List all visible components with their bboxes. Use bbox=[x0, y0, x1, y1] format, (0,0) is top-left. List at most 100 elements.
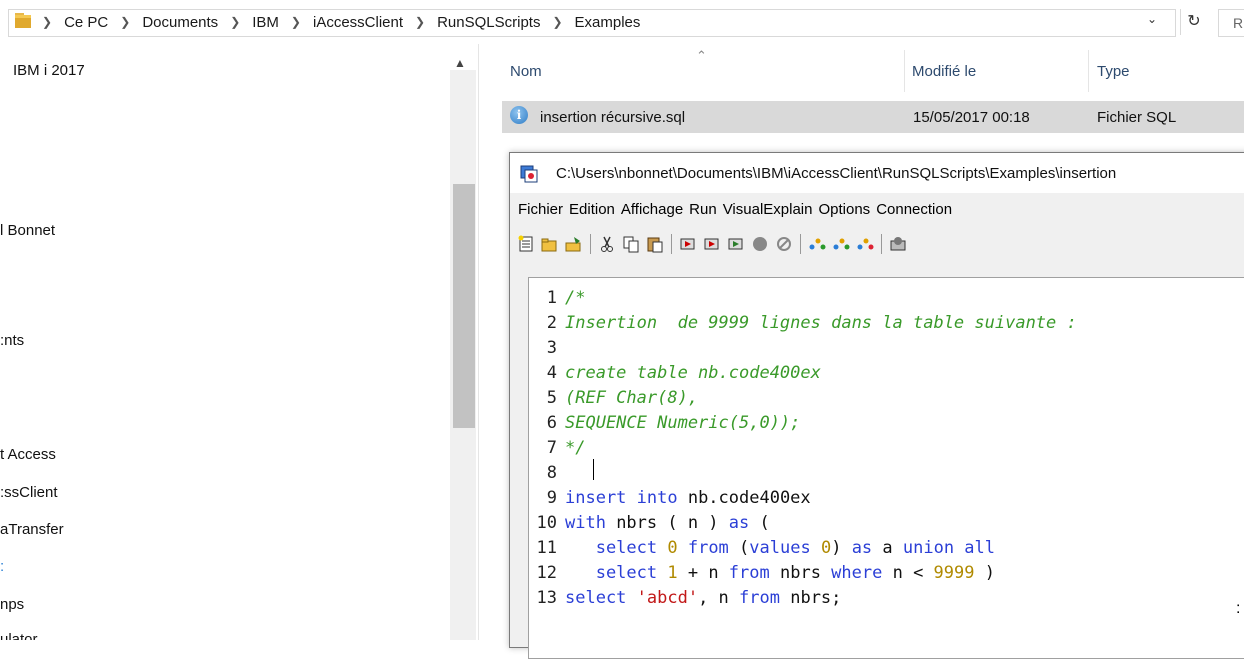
file-type: Fichier SQL bbox=[1097, 109, 1177, 126]
menu-connection[interactable]: Connection bbox=[868, 197, 952, 221]
file-modified: 15/05/2017 00:18 bbox=[913, 109, 1030, 126]
chevron-right-icon[interactable]: ❯ bbox=[230, 15, 240, 29]
app-icon bbox=[520, 165, 538, 183]
stop-icon[interactable] bbox=[750, 234, 770, 254]
code-keyword: insert into bbox=[565, 488, 678, 508]
toolbar-separator bbox=[800, 234, 801, 254]
code-comment: */ bbox=[565, 438, 586, 458]
menu-options[interactable]: Options bbox=[810, 197, 870, 221]
copy-icon[interactable] bbox=[621, 234, 641, 254]
code-text: a bbox=[872, 538, 903, 558]
open-icon[interactable] bbox=[540, 234, 560, 254]
code-keyword: as bbox=[851, 538, 873, 558]
chevron-right-icon[interactable]: ❯ bbox=[120, 15, 130, 29]
column-divider[interactable] bbox=[1088, 50, 1089, 92]
folder-icon bbox=[15, 13, 31, 28]
code-text: nbrs bbox=[769, 563, 832, 583]
chevron-right-icon[interactable]: ❯ bbox=[415, 15, 425, 29]
pane-divider[interactable] bbox=[478, 44, 479, 640]
sort-ascending-icon: ⌃ bbox=[696, 48, 707, 63]
line-number: 10 bbox=[536, 513, 557, 533]
code-comment: /* bbox=[565, 288, 586, 308]
nav-item[interactable]: :ssClient bbox=[0, 484, 58, 501]
run-from-selected-icon[interactable] bbox=[702, 234, 722, 254]
window-title: C:\Users\nbonnet\Documents\IBM\iAccessCl… bbox=[556, 165, 1117, 182]
scroll-up-icon[interactable]: ▲ bbox=[454, 56, 466, 70]
line-number: 7 bbox=[546, 438, 557, 458]
line-number: 1 bbox=[546, 288, 557, 308]
code-comment: Insertion de 9999 lignes dans la table s… bbox=[565, 313, 1077, 333]
code-number: 0 bbox=[667, 538, 678, 558]
code-comment: SEQUENCE Numeric(5,0)); bbox=[565, 413, 801, 433]
breadcrumb-item[interactable]: Examples bbox=[575, 14, 641, 31]
code-keyword: from bbox=[739, 588, 780, 608]
nav-item[interactable]: aTransfer bbox=[0, 521, 64, 538]
paste-icon[interactable] bbox=[645, 234, 665, 254]
nav-item[interactable]: ulator bbox=[0, 631, 38, 640]
code-keyword: select bbox=[565, 588, 637, 608]
breadcrumb-item[interactable]: Documents bbox=[142, 14, 218, 31]
breadcrumb-item[interactable]: RunSQLScripts bbox=[437, 14, 540, 31]
code-number: 0 bbox=[820, 538, 832, 558]
toolbar-separator bbox=[590, 234, 591, 254]
code-text: + n bbox=[677, 563, 729, 583]
code-keyword: as bbox=[728, 513, 750, 533]
nav-item[interactable]: :nts bbox=[0, 332, 24, 349]
line-number: 12 bbox=[536, 563, 557, 583]
line-number: 5 bbox=[546, 388, 557, 408]
code-text: ) bbox=[831, 538, 852, 558]
run-all-icon[interactable] bbox=[678, 234, 698, 254]
chevron-right-icon[interactable]: ❯ bbox=[42, 15, 52, 29]
run-selected-icon[interactable] bbox=[726, 234, 746, 254]
explain-icon[interactable] bbox=[807, 234, 827, 254]
sql-file-icon: i bbox=[510, 106, 528, 124]
menu-affichage[interactable]: Affichage bbox=[613, 197, 683, 221]
nav-item[interactable]: nps bbox=[0, 596, 24, 613]
menu-edition[interactable]: Edition bbox=[561, 197, 615, 221]
visual-explain-icon[interactable] bbox=[855, 234, 875, 254]
save-icon[interactable] bbox=[564, 234, 584, 254]
column-header-modified[interactable]: Modifié le bbox=[912, 63, 976, 80]
line-number: 3 bbox=[546, 338, 557, 358]
menu-visualexplain[interactable]: VisualExplain bbox=[715, 197, 813, 221]
sql-editor[interactable]: 1 /* 2 Insertion de 9999 lignes dans la ta… bbox=[528, 277, 1244, 659]
nav-scrollbar-thumb[interactable] bbox=[453, 184, 475, 428]
breadcrumb-item[interactable]: IBM bbox=[252, 14, 279, 31]
breadcrumb: ❯ Ce PC ❯ Documents ❯ IBM ❯ iAccessClien… bbox=[40, 10, 640, 34]
cut-icon[interactable] bbox=[597, 234, 617, 254]
nav-item[interactable]: IBM i 2017 bbox=[13, 62, 85, 79]
nav-item[interactable]: l Bonnet bbox=[0, 222, 55, 239]
explain-selected-icon[interactable] bbox=[831, 234, 851, 254]
nav-item[interactable]: : bbox=[0, 558, 4, 575]
column-header-type[interactable]: Type bbox=[1097, 63, 1130, 80]
column-divider[interactable] bbox=[904, 50, 905, 92]
code-keyword: select bbox=[565, 538, 668, 558]
code-text: ( bbox=[749, 513, 770, 533]
breadcrumb-item[interactable]: iAccessClient bbox=[313, 14, 403, 31]
window-titlebar[interactable]: C:\Users\nbonnet\Documents\IBM\iAccessCl… bbox=[510, 153, 1244, 193]
history-dropdown-icon[interactable]: ⌄ bbox=[1147, 12, 1159, 32]
nav-item[interactable]: t Access bbox=[0, 446, 56, 463]
connection-icon[interactable] bbox=[888, 234, 908, 254]
refresh-icon[interactable]: ↻ bbox=[1180, 9, 1207, 35]
chevron-right-icon[interactable]: ❯ bbox=[552, 15, 562, 29]
code-text: ( bbox=[728, 538, 750, 558]
chevron-right-icon[interactable]: ❯ bbox=[291, 15, 301, 29]
code-text: nbrs ( n ) bbox=[605, 513, 729, 533]
line-number: 9 bbox=[546, 488, 557, 508]
cancel-icon[interactable] bbox=[774, 234, 794, 254]
menu-run[interactable]: Run bbox=[681, 197, 717, 221]
new-script-icon[interactable] bbox=[516, 234, 536, 254]
menu-fichier[interactable]: Fichier bbox=[510, 197, 563, 221]
code-text: , n bbox=[698, 588, 740, 608]
column-header-name[interactable]: Nom bbox=[510, 63, 542, 80]
file-name[interactable]: insertion récursive.sql bbox=[540, 109, 685, 126]
code-keyword: values bbox=[749, 538, 811, 558]
search-input[interactable]: R bbox=[1218, 9, 1244, 37]
breadcrumb-item[interactable]: Ce PC bbox=[64, 14, 108, 31]
code-keyword: from bbox=[677, 538, 729, 558]
address-bar-area: ❯ Ce PC ❯ Documents ❯ IBM ❯ iAccessClien… bbox=[0, 0, 1244, 44]
code-number: 1 bbox=[667, 563, 678, 583]
line-number: 13 bbox=[536, 588, 557, 608]
